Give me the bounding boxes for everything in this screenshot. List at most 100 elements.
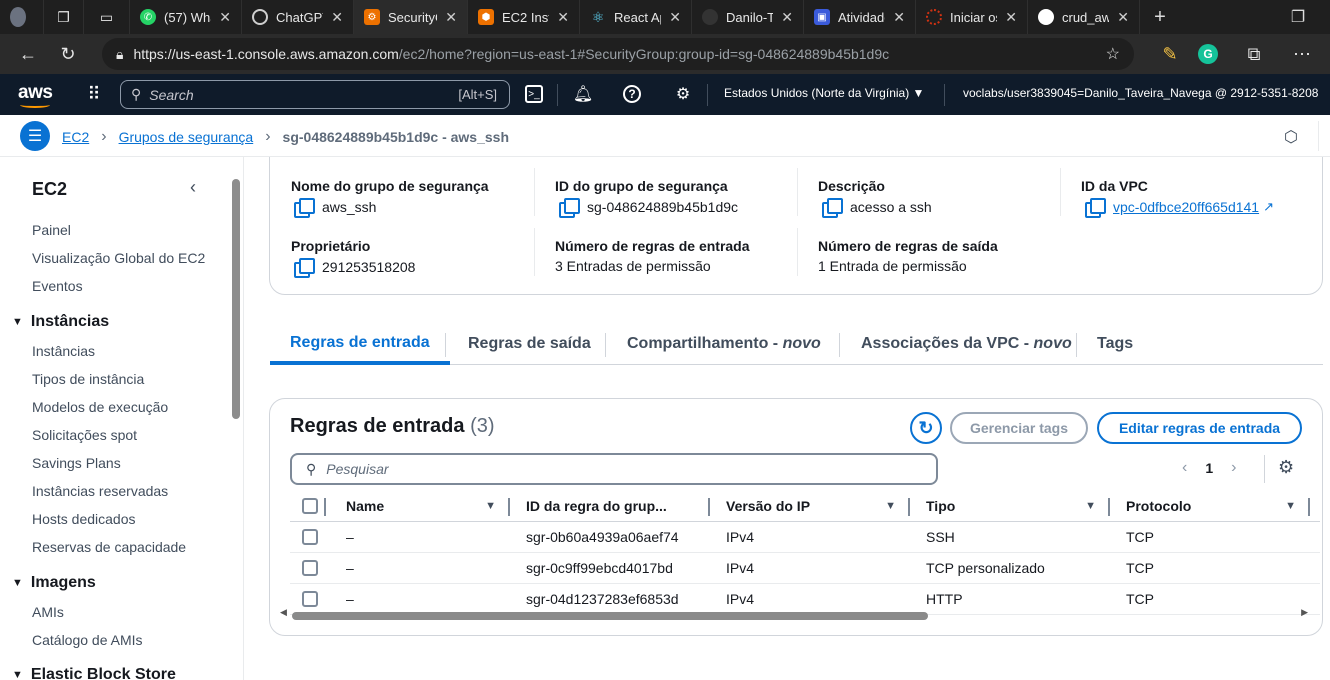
extension-button[interactable]: ✎ <box>1150 34 1190 74</box>
sidebar-item-instancias[interactable]: Instâncias <box>32 343 95 359</box>
edit-inbound-rules-button[interactable]: Editar regras de entrada <box>1097 412 1302 444</box>
rules-search-input[interactable]: ⚲ Pesquisar <box>290 453 938 485</box>
extensions-button[interactable]: ⧉ <box>1234 34 1274 74</box>
back-button[interactable]: ← <box>8 34 48 74</box>
copy-icon[interactable] <box>294 198 315 218</box>
browser-menu-button[interactable]: ⋯ <box>1282 34 1322 74</box>
sidebar-item-instancias-reservadas[interactable]: Instâncias reservadas <box>32 483 168 499</box>
sidebar-section-instances[interactable]: ▼ Instâncias <box>12 313 109 331</box>
sidebar-item-savings-plans[interactable]: Savings Plans <box>32 455 121 471</box>
close-icon[interactable]: ✕ <box>331 9 343 26</box>
close-icon[interactable]: ✕ <box>557 9 569 26</box>
tab-vpc-associations[interactable]: Associações da VPC - novo <box>861 325 1072 363</box>
vpc-link[interactable]: vpc-0dfbce20ff665d141 <box>1113 199 1259 215</box>
close-icon[interactable]: ✕ <box>893 9 905 26</box>
copy-icon[interactable] <box>559 198 580 218</box>
new-tab-button[interactable]: + <box>1140 0 1180 34</box>
sidebar-item-hosts-dedicados[interactable]: Hosts dedicados <box>32 511 136 527</box>
panel-toggle[interactable] <box>1318 121 1330 151</box>
account-menu[interactable]: voclabs/user3839045=Danilo_Taveira_Naveg… <box>963 86 1318 100</box>
tab-inbound-rules[interactable]: Regras de entrada <box>270 325 450 365</box>
close-icon[interactable]: ✕ <box>445 9 457 26</box>
sidebar-item-reservas-capacidade[interactable]: Reservas de capacidade <box>32 539 186 555</box>
browser-tab-security-group[interactable]: ⚙ SecurityG ✕ <box>354 0 468 34</box>
breadcrumb-security-groups-link[interactable]: Grupos de segurança <box>119 129 254 145</box>
collapse-sidebar-button[interactable]: ‹ <box>190 177 196 198</box>
column-header-name[interactable]: Name ▼ <box>330 491 510 522</box>
browser-tab-iniciar[interactable]: Iniciar os ✕ <box>916 0 1028 34</box>
feedback-button[interactable]: ⬡ <box>1284 127 1298 147</box>
region-selector[interactable]: Estados Unidos (Norte da Virgínia) ▼ <box>724 86 924 100</box>
close-icon[interactable]: ✕ <box>1117 9 1129 26</box>
manage-tags-button[interactable]: Gerenciar tags <box>950 412 1088 444</box>
table-horizontal-scrollbar[interactable]: ◀ ▶ <box>280 607 1308 621</box>
browser-tab-crud-aws[interactable]: crud_aws ✕ <box>1028 0 1140 34</box>
close-icon[interactable]: ✕ <box>219 9 231 26</box>
reload-button[interactable]: ↻ <box>48 34 88 74</box>
sidebar-item-painel[interactable]: Painel <box>32 222 71 238</box>
services-menu-button[interactable]: ⠿ <box>82 82 106 106</box>
close-icon[interactable]: ✕ <box>781 9 793 26</box>
sidebar-scrollbar[interactable] <box>232 179 240 419</box>
external-link-icon[interactable]: ↗ <box>1263 199 1274 215</box>
cloudshell-button[interactable]: >_ <box>522 82 546 106</box>
settings-button[interactable]: ⚙ <box>671 82 695 106</box>
site-info-icon[interactable]: 🔒︎ <box>116 46 123 63</box>
sidebar-item-catalogo-amis[interactable]: Catálogo de AMIs <box>32 632 143 648</box>
aws-search-input[interactable]: ⚲ Search [Alt+S] <box>120 80 510 109</box>
aws-logo[interactable]: aws <box>18 82 53 108</box>
sidebar-section-ebs[interactable]: ▼ Elastic Block Store <box>12 666 176 680</box>
table-preferences-button[interactable]: ⚙ <box>1278 457 1294 478</box>
row-checkbox[interactable] <box>302 529 318 546</box>
browser-tab-github-danilo[interactable]: Danilo-Ta ✕ <box>692 0 804 34</box>
browser-tab-ec2[interactable]: ⬢ EC2 Instar ✕ <box>468 0 580 34</box>
browser-tab-atividade[interactable]: ▣ Atividade ✕ <box>804 0 916 34</box>
tab-groups-button[interactable]: ❐ <box>44 0 84 34</box>
column-header-protocol[interactable]: Protocolo ▼ <box>1110 491 1320 522</box>
table-row[interactable]: – sgr-0b60a4939a06aef74 IPv4 SSH TCP <box>290 521 1320 553</box>
vertical-tabs-button[interactable]: ▭ <box>84 0 130 34</box>
copy-icon[interactable] <box>294 258 315 278</box>
chevron-right-icon[interactable]: › <box>1231 459 1236 477</box>
current-page[interactable]: 1 <box>1205 460 1213 476</box>
tab-outbound-rules[interactable]: Regras de saída <box>468 325 591 363</box>
chevron-left-icon[interactable]: ‹ <box>1182 459 1187 477</box>
address-bar[interactable]: 🔒︎ https://us-east-1.console.aws.amazon.… <box>102 38 1134 70</box>
help-button[interactable]: ? <box>620 82 644 106</box>
sidebar-item-modelos-execucao[interactable]: Modelos de execução <box>32 399 168 415</box>
browser-tab-whatsapp[interactable]: ✆ (57) What ✕ <box>130 0 242 34</box>
tab-sharing[interactable]: Compartilhamento - novo <box>627 325 821 363</box>
section-label: Elastic Block Store <box>30 666 176 680</box>
scroll-left-icon[interactable]: ◀ <box>280 607 287 618</box>
browser-tab-chatgpt[interactable]: ChatGPT ✕ <box>242 0 354 34</box>
browser-tab-react[interactable]: ⚛ React App ✕ <box>580 0 692 34</box>
tab-tags[interactable]: Tags <box>1097 325 1133 363</box>
sidebar-item-solicitacoes-spot[interactable]: Solicitações spot <box>32 427 137 443</box>
row-checkbox[interactable] <box>302 560 318 577</box>
row-checkbox[interactable] <box>302 591 318 608</box>
column-header-type[interactable]: Tipo ▼ <box>910 491 1110 522</box>
copy-icon[interactable] <box>1085 198 1106 218</box>
scroll-thumb[interactable] <box>292 612 928 620</box>
sidebar-item-eventos[interactable]: Eventos <box>32 278 83 294</box>
bookmark-star-icon[interactable]: ☆ <box>1106 44 1120 64</box>
breadcrumb-ec2-link[interactable]: EC2 <box>62 129 89 145</box>
sidebar-item-tipos-instancia[interactable]: Tipos de instância <box>32 371 144 387</box>
column-header-ip-version[interactable]: Versão do IP ▼ <box>710 491 910 522</box>
notifications-button[interactable]: 🔔︎ <box>571 82 595 106</box>
sidebar-item-amis[interactable]: AMIs <box>32 604 64 620</box>
table-row[interactable]: – sgr-0c9ff99ebcd4017bd IPv4 TCP persona… <box>290 552 1320 584</box>
close-icon[interactable]: ✕ <box>1005 9 1017 26</box>
sidebar-section-images[interactable]: ▼ Imagens <box>12 574 96 592</box>
scroll-right-icon[interactable]: ▶ <box>1301 607 1308 618</box>
grammarly-button[interactable]: G <box>1188 34 1228 74</box>
profile-avatar[interactable] <box>0 0 44 34</box>
sidebar-item-global-view[interactable]: Visualização Global do EC2 <box>32 250 205 266</box>
restore-window-button[interactable]: ❐ <box>1278 0 1318 34</box>
refresh-button[interactable]: ↻ <box>910 412 942 444</box>
select-all-checkbox[interactable] <box>290 491 330 522</box>
navigation-menu-button[interactable]: ☰ <box>20 121 50 151</box>
close-icon[interactable]: ✕ <box>669 9 681 26</box>
column-header-rule-id[interactable]: ID da regra do grup... <box>510 491 710 522</box>
copy-icon[interactable] <box>822 198 843 218</box>
